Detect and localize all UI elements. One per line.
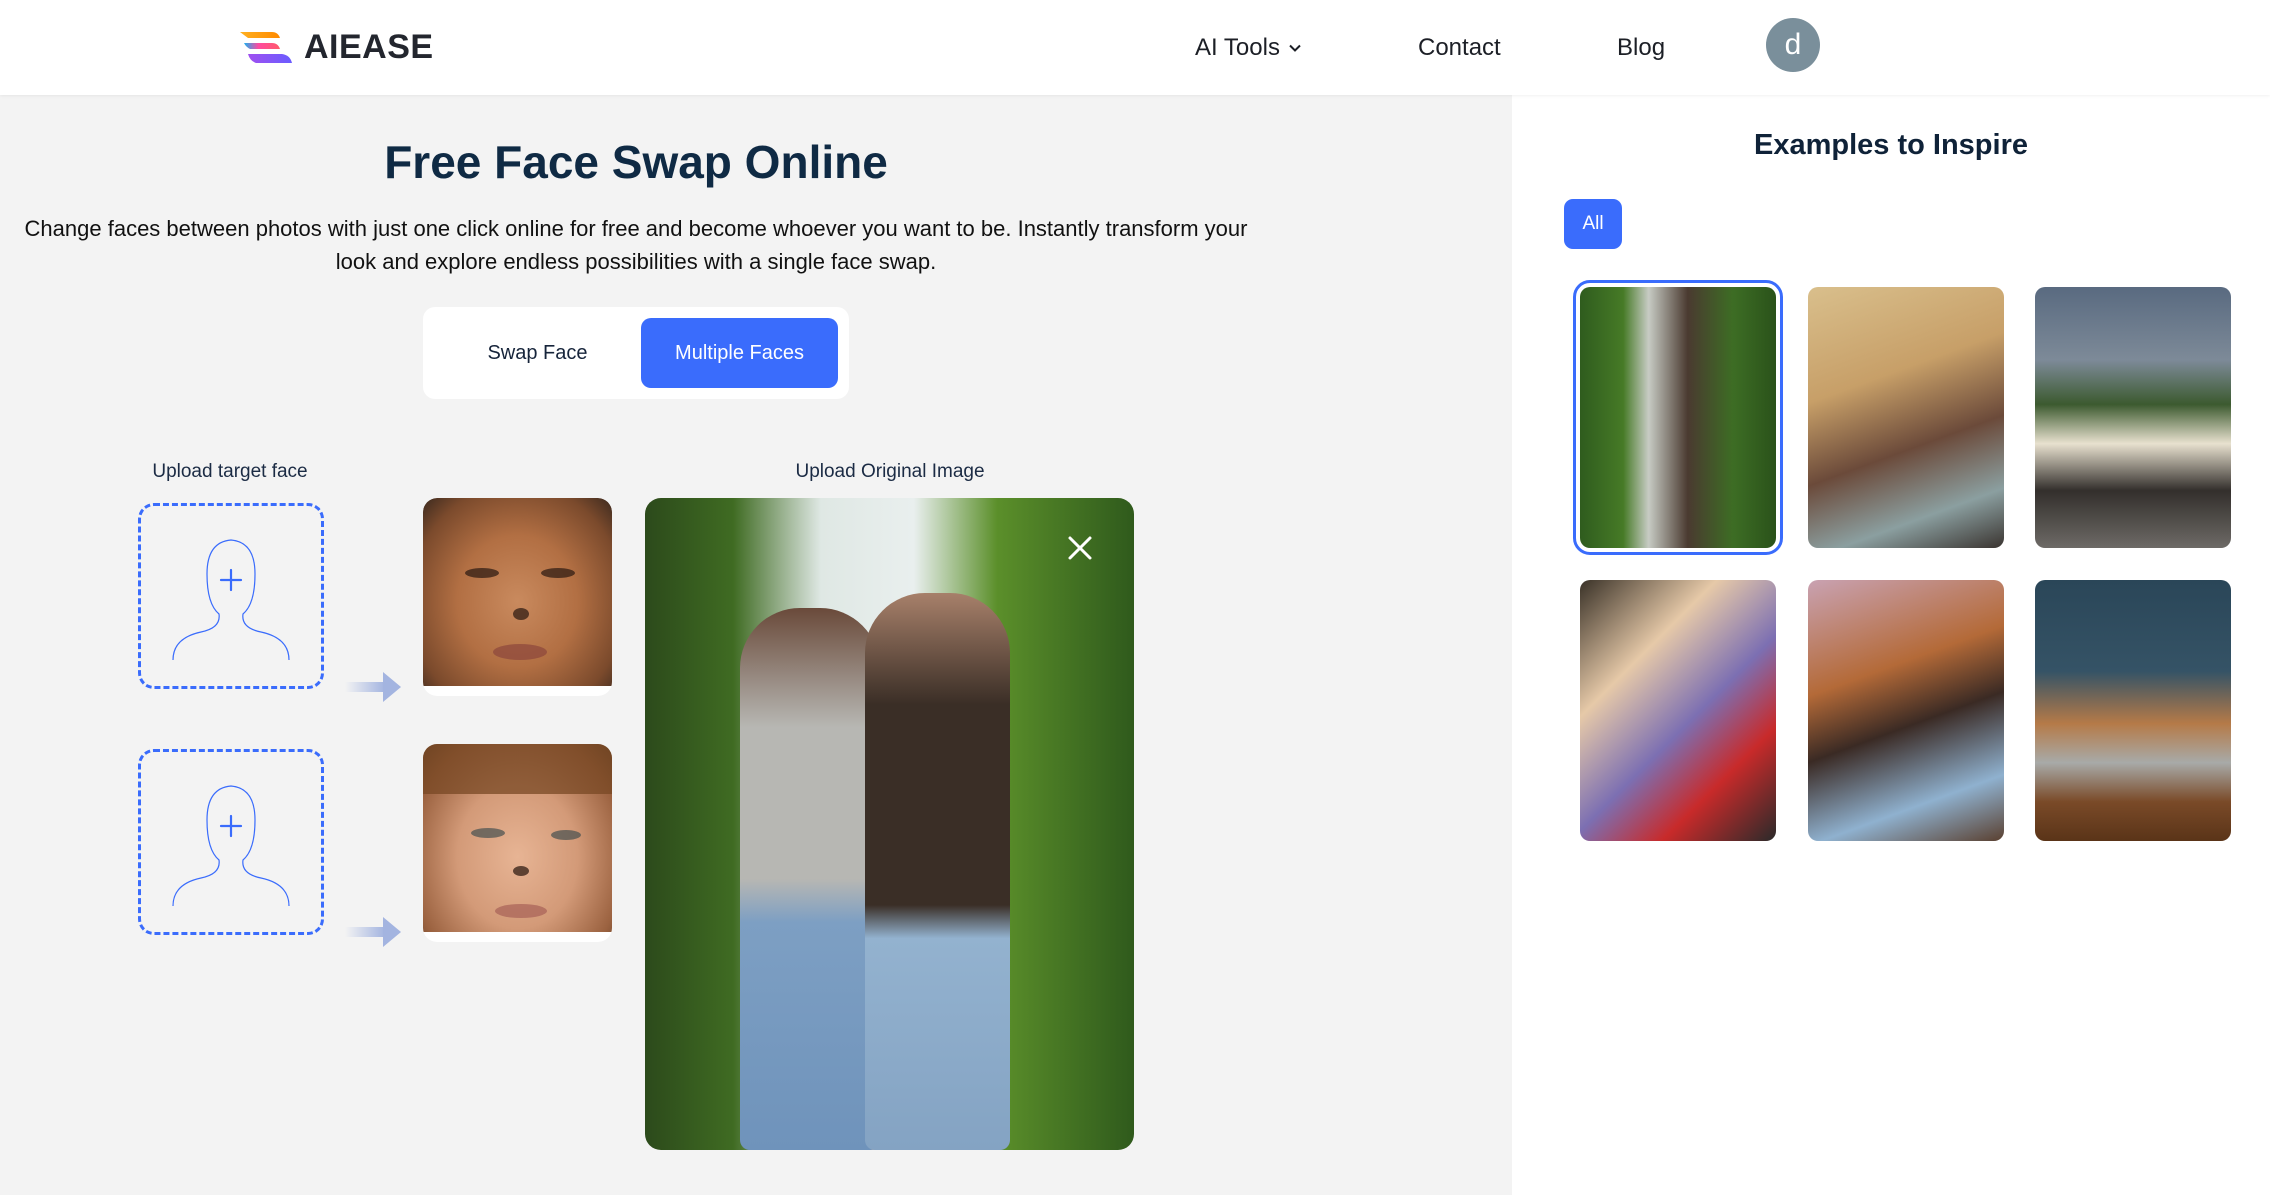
- examples-panel: Examples to Inspire All: [1512, 95, 2270, 1195]
- upload-target-face-2[interactable]: [138, 749, 324, 935]
- face-swap-workspace: Free Face Swap Online Change faces betwe…: [0, 95, 1512, 1195]
- example-card-two-men-railing[interactable]: [2035, 287, 2231, 548]
- close-icon[interactable]: [1062, 530, 1098, 566]
- logo-icon: [240, 31, 292, 63]
- example-card-party-group[interactable]: [1808, 287, 2004, 548]
- nav-blog[interactable]: Blog: [1617, 0, 1665, 95]
- person-right: [865, 593, 1010, 1150]
- detected-face-1[interactable]: [423, 498, 612, 696]
- examples-title: Examples to Inspire: [1754, 129, 2028, 161]
- logo[interactable]: AIEASE: [238, 28, 434, 67]
- upload-target-face-1[interactable]: [138, 503, 324, 689]
- nav-ai-tools[interactable]: AI Tools: [1195, 0, 1302, 95]
- mode-tabs: Swap Face Multiple Faces: [423, 307, 849, 399]
- person-left: [740, 608, 880, 1150]
- logo-text: AIEASE: [304, 28, 434, 66]
- filter-all-button[interactable]: All: [1564, 199, 1622, 249]
- nav-contact[interactable]: Contact: [1418, 0, 1501, 95]
- page-description: Change faces between photos with just on…: [24, 216, 1248, 274]
- user-avatar[interactable]: d: [1766, 18, 1820, 72]
- upload-original-label: Upload Original Image: [795, 461, 985, 482]
- example-card-two-women-laptop[interactable]: [2035, 580, 2231, 841]
- person-plus-icon: [172, 785, 290, 907]
- person-plus-icon: [172, 539, 290, 661]
- arrow-right-icon: [345, 917, 401, 947]
- example-card-couple-hug[interactable]: [1580, 580, 1776, 841]
- face-1-image: [423, 498, 612, 686]
- nav-ai-tools-label: AI Tools: [1195, 33, 1280, 61]
- detected-face-2[interactable]: [423, 744, 612, 942]
- face-2-image: [423, 744, 612, 932]
- tab-swap-face[interactable]: Swap Face: [434, 318, 641, 388]
- example-card-two-women-hedges[interactable]: [1573, 280, 1783, 555]
- arrow-right-icon: [345, 672, 401, 702]
- top-header: AIEASE AI Tools Contact Blog d: [0, 0, 2270, 95]
- upload-target-label: Upload target face: [152, 461, 308, 482]
- tab-multiple-faces[interactable]: Multiple Faces: [641, 318, 838, 388]
- example-card-couple-seated[interactable]: [1808, 580, 2004, 841]
- original-image-preview[interactable]: [645, 498, 1134, 1150]
- chevron-down-icon: [1289, 44, 1301, 52]
- page-title: Free Face Swap Online: [384, 136, 888, 188]
